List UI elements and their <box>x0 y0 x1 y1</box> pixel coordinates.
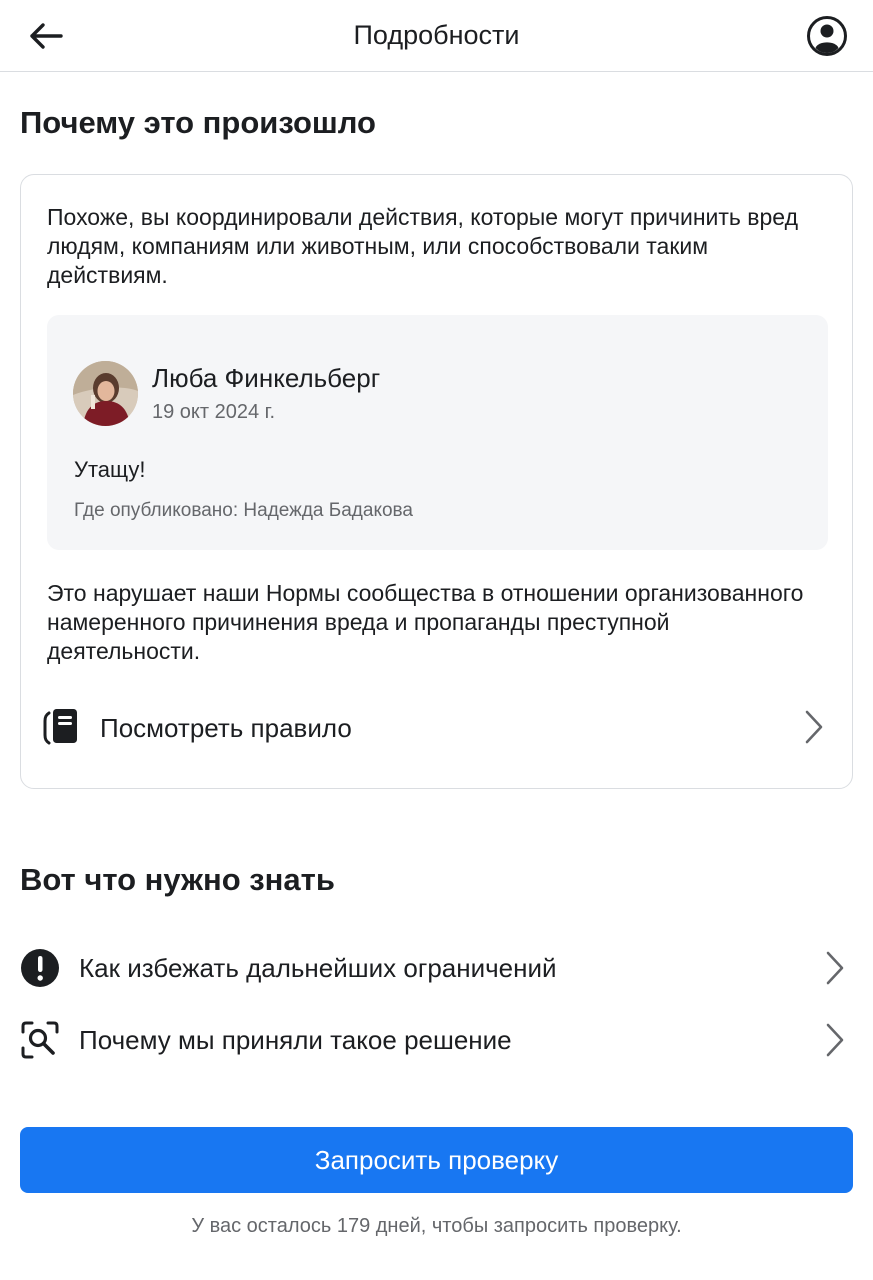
review-deadline-note: У вас осталось 179 дней, чтобы запросить… <box>191 1215 682 1237</box>
avoid-restrictions-label: Как избежать дальнейших ограничений <box>79 953 557 983</box>
post-location: Где опубликовано: Надежда Бадакова <box>74 500 414 521</box>
magnifier-scan-icon <box>21 1021 59 1059</box>
view-rule-link[interactable]: Посмотреть правило <box>41 695 834 759</box>
page-title: Подробности <box>353 20 520 50</box>
post-preview: Люба Финкельберг 19 окт 2024 г. Утащу! Г… <box>47 315 828 550</box>
chevron-right-icon <box>826 951 844 985</box>
request-review-button[interactable]: Запросить проверку <box>20 1127 853 1193</box>
chevron-right-icon <box>805 710 823 744</box>
avoid-restrictions-link[interactable]: Как избежать дальнейших ограничений <box>20 940 853 996</box>
profile-button[interactable] <box>805 14 849 58</box>
post-text: Утащу! <box>74 457 146 482</box>
view-rule-label: Посмотреть правило <box>100 713 352 743</box>
book-icon <box>43 709 77 745</box>
why-decision-link[interactable]: Почему мы приняли такое решение <box>20 1012 853 1068</box>
violation-intro: Похоже, вы координировали действия, кото… <box>47 204 799 288</box>
user-circle-icon <box>807 16 847 56</box>
exclamation-circle-icon <box>21 949 59 987</box>
chevron-right-icon <box>826 1023 844 1057</box>
violation-description: Это нарушает наши Нормы сообщества в отн… <box>47 580 804 664</box>
section-title-why: Почему это произошло <box>20 105 376 140</box>
violation-card: Похоже, вы координировали действия, кото… <box>20 174 853 789</box>
avatar <box>73 361 138 426</box>
post-author: Люба Финкельберг <box>152 363 381 393</box>
post-date: 19 окт 2024 г. <box>152 401 276 423</box>
top-bar: Подробности <box>0 0 873 72</box>
section-title-know: Вот что нужно знать <box>20 862 335 897</box>
why-decision-label: Почему мы приняли такое решение <box>79 1025 512 1055</box>
